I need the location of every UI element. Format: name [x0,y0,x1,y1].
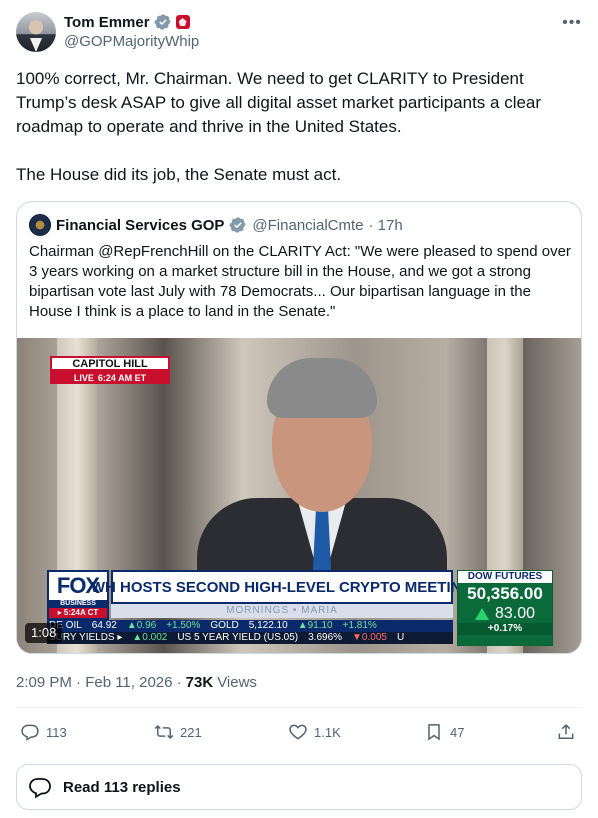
read-replies-button[interactable]: Read 113 replies [16,764,582,810]
verified-badge-icon [154,14,171,30]
ticker-item: ▲91.10 [297,620,333,631]
more-options-icon[interactable]: ••• [562,14,582,32]
author-handle[interactable]: @GOPMajorityWhip [64,33,199,50]
repost-button[interactable]: 221 [154,720,202,744]
read-replies-label: Read 113 replies [63,778,181,796]
heart-icon [289,724,307,740]
verified-badge-icon [229,217,247,233]
ticker-item: ▲0.96 [126,620,157,631]
location-bug-title: CAPITOL HILL [50,356,170,371]
quote-header: Financial Services GOP @FinancialCmte · … [29,214,403,236]
share-icon [558,724,574,739]
network-sub: BUSINESS [49,600,107,608]
tweet-text: 100% correct, Mr. Chairman. We need to g… [16,69,542,184]
quote-avatar[interactable] [29,214,51,236]
location-bug-live: LIVE 6:24 AM ET [50,371,170,384]
news-lower-third: FOX BUSINESS ▸ 5:24A CT WH HOSTS SECOND … [47,570,581,646]
repost-icon [154,725,174,739]
location-bug: CAPITOL HILL LIVE 6:24 AM ET [50,356,170,384]
ticker-item: ▼0.005 [352,632,387,643]
ticker-item: U [396,632,405,643]
video-subject [197,358,447,618]
dow-percent: +0.17% [458,623,552,635]
dow-change: 83.00 [494,605,536,622]
reply-icon [21,724,39,741]
ticker-item: 3.696% [308,632,343,643]
dow-change-row: 83.00 [458,605,552,623]
ticker-item: +1.50% [166,620,201,631]
dow-label: DOW FUTURES [458,571,552,583]
show-name: MORNINGS • MARIA [111,604,453,618]
views-label: Views [217,673,257,691]
video-duration: 1:08 [25,623,63,643]
repost-count: 221 [180,724,202,740]
quote-display-name[interactable]: Financial Services GOP [56,217,224,234]
author-display-name[interactable]: Tom Emmer [64,14,150,31]
dow-value: 50,356.00 [467,584,543,603]
author-name-row: Tom Emmer [64,12,190,32]
action-bar: 113 221 1.1K 47 [16,720,582,744]
tweet-timestamp[interactable]: 2:09 PM · Feb 11, 2026 · [16,674,182,691]
replies-icon [29,778,51,799]
video-player[interactable]: CAPITOL HILL LIVE 6:24 AM ET FOX BUSINES… [17,338,581,653]
tweet-meta: 2:09 PM · Feb 11, 2026 · 73K Views [16,672,257,692]
news-headline: WH HOSTS SECOND HIGH-LEVEL CRYPTO MEETIN… [91,570,473,604]
quoted-tweet[interactable]: Financial Services GOP @FinancialCmte · … [16,201,582,654]
reply-button[interactable]: 113 [20,720,67,744]
bookmark-count: 47 [450,724,465,740]
live-label: LIVE [73,372,94,383]
dow-futures-box: DOW FUTURES 50,356.00 83.00 +0.17% [457,570,553,646]
ticker-item: ▲0.002 [132,632,168,643]
market-ticker-2: SURY YIELDS ▸ ▲0.002 US 5 YEAR YIELD (US… [47,632,453,644]
bookmark-icon [428,724,440,741]
up-arrow-icon [474,608,489,620]
author-avatar[interactable] [16,12,56,52]
affiliation-badge-icon[interactable] [175,15,190,29]
like-count: 1.1K [314,724,341,740]
ticker-item: GOLD [210,620,239,631]
bookmark-button[interactable]: 47 [424,720,464,744]
share-button[interactable] [556,720,576,744]
divider [16,707,582,708]
ticker-item: 5,122.10 [248,620,288,631]
quote-time[interactable]: · 17h [369,217,403,234]
reply-count: 113 [46,724,67,740]
tweet-header: Tom Emmer @GOPMajorityWhip ••• [16,12,582,56]
ticker-item: 64.92 [91,620,117,631]
quote-text: Chairman @RepFrenchHill on the CLARITY A… [29,243,571,320]
live-time: 6:24 AM ET [97,372,147,383]
like-button[interactable]: 1.1K [288,720,341,744]
quote-handle[interactable]: @FinancialCmte [252,217,363,234]
views-count: 73K [185,673,214,691]
ticker-item: +1.81% [342,620,377,631]
ticker-item: US 5 YEAR YIELD (US.05) [177,632,299,643]
network-time: ▸ 5:24A CT [49,608,107,618]
market-ticker-1: DE OIL 64.92 ▲0.96 +1.50% GOLD 5,122.10 … [47,620,453,632]
